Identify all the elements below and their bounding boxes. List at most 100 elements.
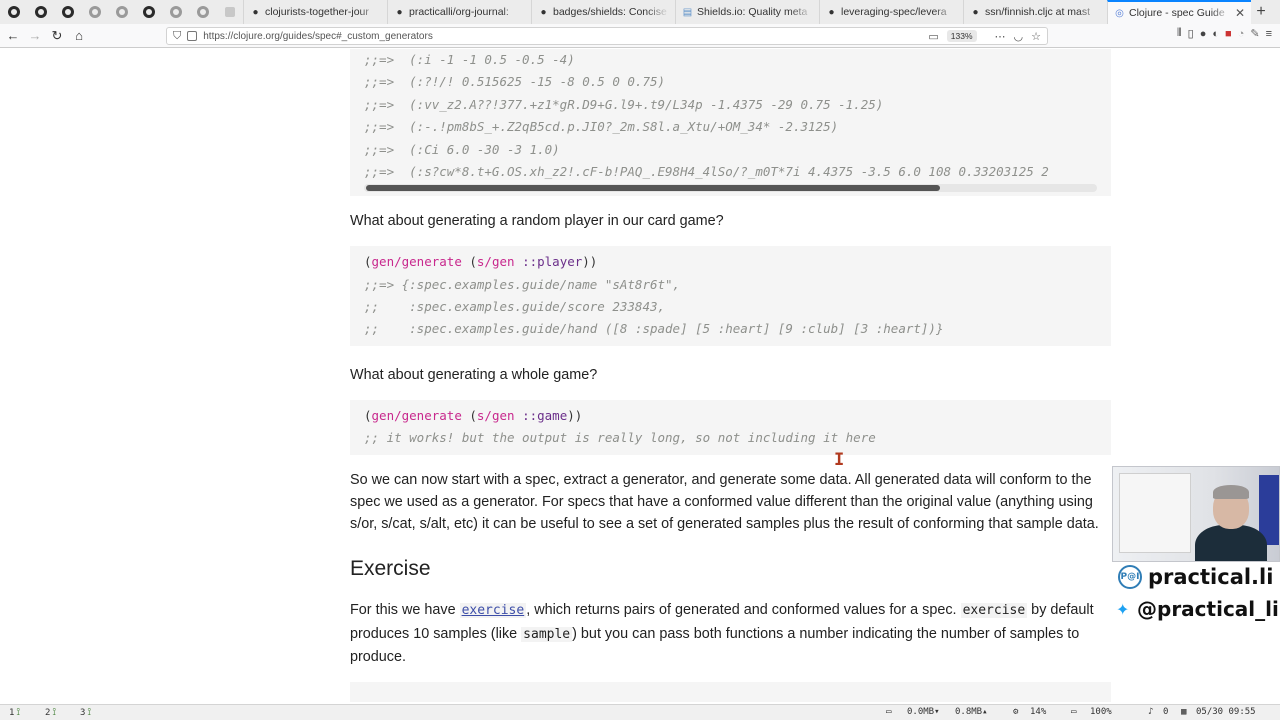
clojure-icon: ◎ bbox=[1115, 7, 1124, 19]
twitter-name: @practical_li bbox=[1137, 597, 1279, 621]
github-icon bbox=[196, 6, 209, 18]
url-text: https://clojure.org/guides/spec#_custom_… bbox=[203, 30, 433, 42]
pinned-tab-8[interactable] bbox=[189, 0, 216, 24]
page-actions-icon[interactable]: ⋯ bbox=[995, 30, 1006, 43]
tab-clojurists-together[interactable]: ● clojurists-together-jour bbox=[243, 0, 387, 24]
workspace-number: 1 bbox=[9, 707, 15, 718]
shields-icon: ▤ bbox=[682, 6, 693, 18]
code-keyword: ::game bbox=[514, 407, 568, 423]
github-icon bbox=[169, 6, 182, 18]
code-line: ;;=> (:s?cw*8.t+G.OS.xh_z2!.cF-b!PAQ_.E9… bbox=[364, 163, 1049, 179]
pinned-tab-7[interactable] bbox=[162, 0, 189, 24]
brand-handle: P@I practical.li bbox=[1112, 562, 1280, 592]
workspace-1[interactable]: 1 ⟟ bbox=[9, 707, 20, 718]
pocket-icon[interactable]: ◡ bbox=[1014, 30, 1024, 43]
sidebar-icon[interactable]: ▯ bbox=[1188, 27, 1194, 40]
extension-icon[interactable]: ■ bbox=[1225, 28, 1232, 40]
extension-icon[interactable]: ◔ bbox=[1238, 28, 1245, 40]
pinned-tab-6[interactable] bbox=[135, 0, 162, 24]
page-icon bbox=[224, 7, 235, 17]
tab-title: clojurists-together-jour bbox=[265, 6, 369, 18]
code-keyword: ::player bbox=[514, 254, 583, 270]
code-block-next bbox=[350, 681, 1111, 702]
page-content: ;;=> (:i -1 -1 0.5 -0.5 -4) ;;=> (:?!/! … bbox=[0, 49, 1280, 704]
webcam-overlay bbox=[1112, 466, 1280, 562]
reader-view-icon[interactable]: ▭ bbox=[928, 30, 938, 43]
pinned-tab-2[interactable] bbox=[27, 0, 54, 24]
net-up: 0.8MB▴ bbox=[955, 707, 988, 717]
network-icon: ▭ bbox=[886, 707, 892, 717]
whiteboard bbox=[1119, 473, 1191, 553]
library-icon[interactable]: ⫴ bbox=[1177, 27, 1182, 40]
paragraph-whole-game: What about generating a whole game? bbox=[350, 366, 598, 383]
github-icon: ● bbox=[972, 6, 979, 18]
pinned-tab-9[interactable] bbox=[216, 0, 243, 24]
code-line: ;; it works! but the output is really lo… bbox=[364, 430, 876, 446]
paragraph-conform: So we can now start with a spec, extract… bbox=[350, 471, 1099, 533]
inline-code: sample bbox=[521, 626, 573, 642]
code-line: ;; :spec.examples.guide/hand ([8 :spade]… bbox=[364, 321, 944, 337]
github-icon bbox=[142, 6, 155, 18]
tab-leveraging-spec[interactable]: ● leveraging-spec/levera bbox=[819, 0, 963, 24]
zoom-level[interactable]: 133% bbox=[946, 30, 977, 42]
exercise-link[interactable]: exercise bbox=[459, 603, 527, 619]
tab-badges-shields[interactable]: ● badges/shields: Concise bbox=[531, 0, 675, 24]
extension-icon[interactable]: ◐ bbox=[1212, 28, 1219, 40]
tab-title: practicalli/org-journal: bbox=[409, 6, 509, 18]
extension-icon[interactable]: ✎ bbox=[1250, 27, 1259, 40]
github-icon: ● bbox=[252, 6, 259, 18]
close-tab-icon[interactable]: ✕ bbox=[1235, 6, 1245, 20]
twitter-bird-icon: ✦ bbox=[1116, 599, 1130, 619]
workspace-3[interactable]: 3 ⟟ bbox=[80, 707, 91, 718]
toolbar-icons: ⫴ ▯ ● ◐ ■ ◔ ✎ ≡ bbox=[1177, 27, 1272, 40]
twitter-handle: ✦ @practical_li bbox=[1112, 594, 1280, 624]
reload-button[interactable]: ↻ bbox=[46, 25, 68, 47]
tab-shields-io[interactable]: ▤ Shields.io: Quality meta bbox=[675, 0, 819, 24]
pinned-tab-3[interactable] bbox=[54, 0, 81, 24]
workspace-icon: ⟟ bbox=[87, 707, 92, 718]
practicalli-logo-icon: P@I bbox=[1118, 565, 1142, 589]
menu-icon[interactable]: ≡ bbox=[1266, 28, 1272, 40]
github-icon bbox=[34, 6, 47, 18]
back-button[interactable]: ← bbox=[2, 25, 24, 47]
workspace-2[interactable]: 2 ⟟ bbox=[45, 707, 56, 718]
text-cursor: I bbox=[834, 450, 845, 470]
main-article: ;;=> (:i -1 -1 0.5 -0.5 -4) ;;=> (:?!/! … bbox=[350, 49, 1111, 702]
pinned-tab-5[interactable] bbox=[108, 0, 135, 24]
new-tab-button[interactable]: + bbox=[1251, 0, 1271, 24]
scrollbar-thumb[interactable] bbox=[366, 185, 940, 191]
code-line: ;; :spec.examples.guide/score 233843, bbox=[364, 298, 666, 314]
brand-name: practical.li bbox=[1148, 565, 1274, 589]
github-icon: ● bbox=[828, 6, 835, 18]
code-fn: s/gen bbox=[476, 254, 515, 270]
bookmark-star-icon[interactable]: ☆ bbox=[1031, 30, 1041, 43]
forward-button[interactable]: → bbox=[24, 25, 46, 47]
code-line: ;;=> (:?!/! 0.515625 -15 -8 0.5 0 0.75) bbox=[364, 74, 666, 90]
code-fn: s/gen bbox=[476, 407, 515, 423]
code-block-game: (gen/generate (s/gen ::game)) ;; it work… bbox=[350, 399, 1111, 455]
workspace-number: 3 bbox=[80, 707, 86, 718]
tab-finnish-cljc[interactable]: ● ssn/finnish.cljc at mast bbox=[963, 0, 1107, 24]
code-paren: ( bbox=[461, 407, 477, 423]
inline-code: exercise bbox=[960, 603, 1028, 619]
tab-org-journal[interactable]: ● practicalli/org-journal: bbox=[387, 0, 531, 24]
address-bar[interactable]: ⛉ https://clojure.org/guides/spec#_custo… bbox=[166, 27, 1048, 45]
presenter-body bbox=[1195, 525, 1267, 561]
home-button[interactable]: ⌂ bbox=[68, 25, 90, 47]
github-icon bbox=[115, 6, 128, 18]
pinned-tab-1[interactable] bbox=[0, 0, 27, 24]
clock: 05/30 09:55 bbox=[1196, 707, 1256, 717]
calendar-icon: ▦ bbox=[1181, 707, 1187, 717]
code-line: ;;=> (:Ci 6.0 -30 -3 1.0) bbox=[364, 141, 560, 157]
paragraph-exercise: For this we have exercise, which returns… bbox=[350, 599, 1111, 668]
tab-clojure-spec-guide[interactable]: ◎ Clojure - spec Guide ✕ bbox=[1107, 0, 1251, 24]
code-paren: ( bbox=[364, 254, 372, 270]
pinned-tab-4[interactable] bbox=[81, 0, 108, 24]
navigation-bar: ← → ↻ ⌂ ⛉ https://clojure.org/guides/spe… bbox=[0, 24, 1280, 48]
account-icon[interactable]: ● bbox=[1200, 28, 1207, 40]
code-paren: ( bbox=[364, 407, 372, 423]
workspace-icon: ⟟ bbox=[52, 707, 57, 718]
battery-level: 100% bbox=[1090, 707, 1112, 717]
workspace-icon: ⟟ bbox=[16, 707, 21, 718]
code-block-samples: ;;=> (:i -1 -1 0.5 -0.5 -4) ;;=> (:?!/! … bbox=[350, 49, 1111, 196]
